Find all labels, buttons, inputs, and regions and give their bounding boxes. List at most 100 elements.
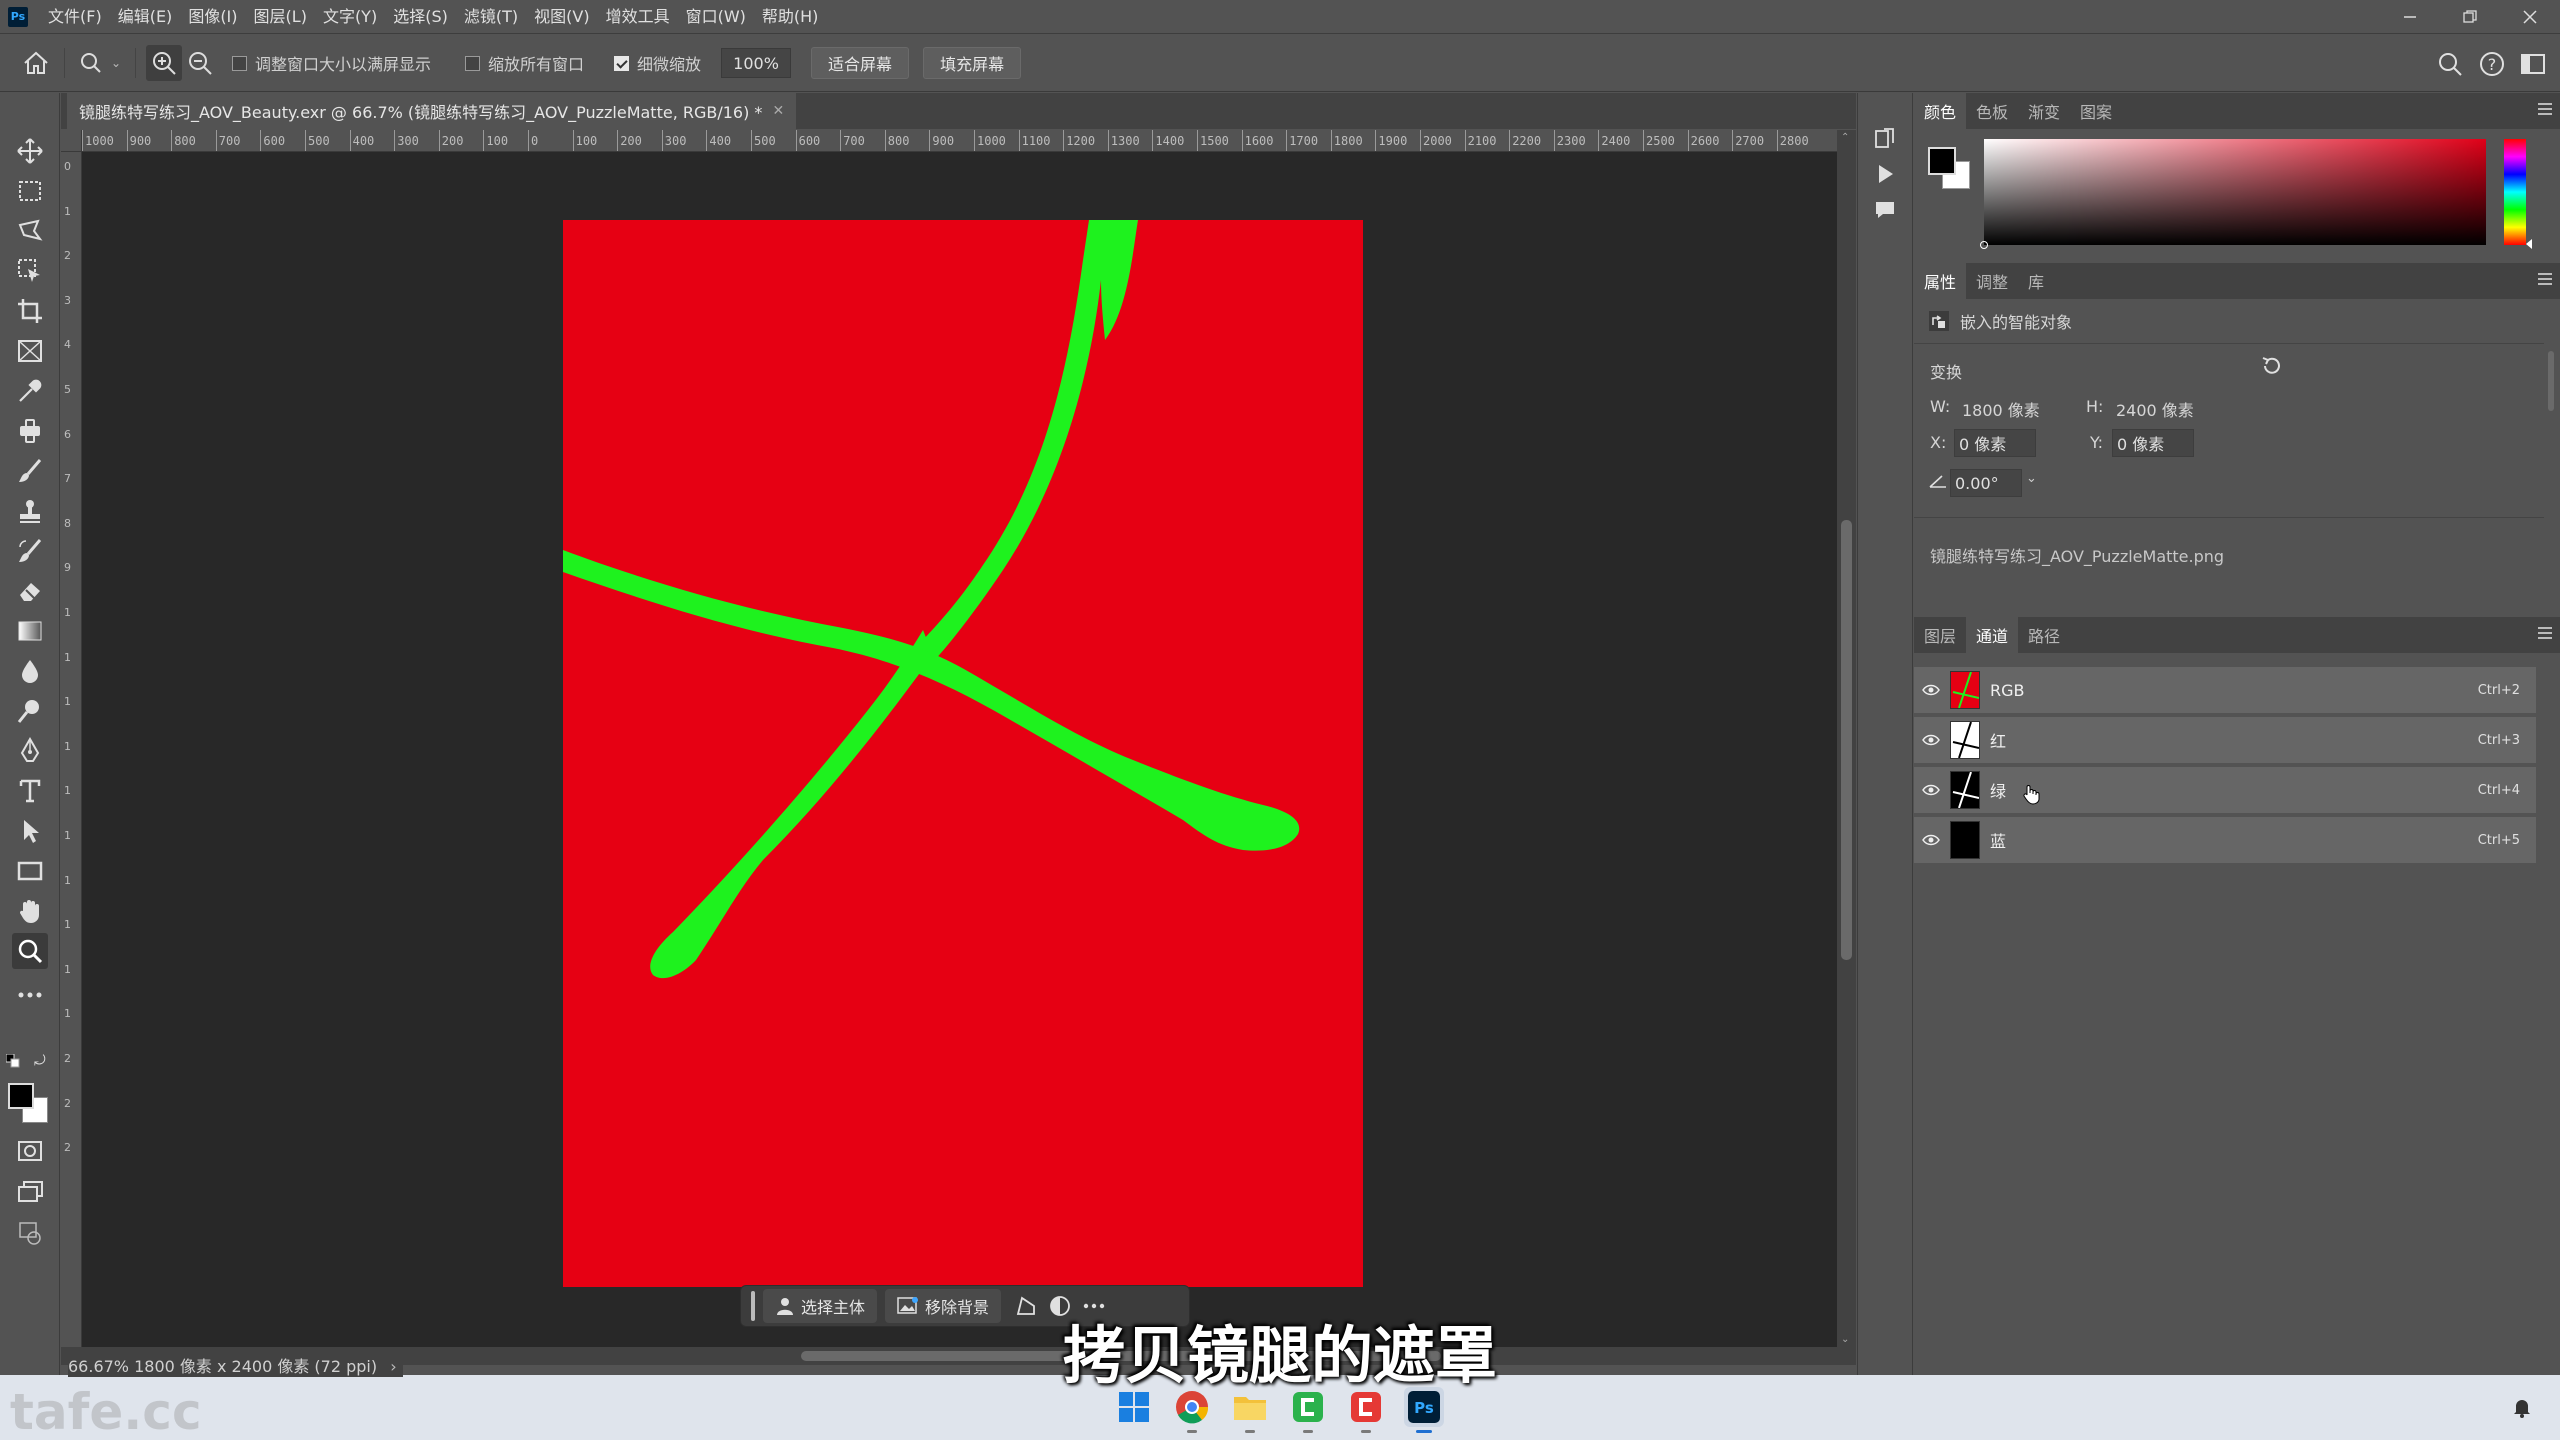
tab-channels[interactable]: 通道: [1966, 617, 2019, 653]
foreground-color-swatch[interactable]: [8, 1083, 34, 1109]
gradient-tool[interactable]: [12, 613, 48, 649]
menu-window[interactable]: 窗口(W): [678, 0, 754, 34]
lasso-tool[interactable]: [12, 213, 48, 249]
menu-filter[interactable]: 滤镜(T): [456, 0, 526, 34]
hand-tool[interactable]: [12, 893, 48, 929]
chevron-down-icon[interactable]: ⌄: [111, 56, 125, 70]
comments-panel-button[interactable]: [1868, 193, 1902, 227]
quick-mask-button[interactable]: [12, 1133, 48, 1169]
help-button[interactable]: ?: [2474, 46, 2510, 82]
ruler-origin[interactable]: [61, 130, 82, 152]
search-button[interactable]: [2432, 46, 2468, 82]
taskbar-chrome[interactable]: [1172, 1387, 1212, 1433]
zoom-tool-preset-button[interactable]: [75, 45, 111, 81]
screen-mode-button[interactable]: [12, 1173, 48, 1209]
workspace-button[interactable]: [2516, 46, 2552, 82]
close-tab-icon[interactable]: ✕: [772, 103, 784, 119]
status-chevron-icon[interactable]: ›: [390, 1357, 396, 1376]
tab-libraries[interactable]: 库: [2018, 263, 2054, 299]
eye-icon[interactable]: [1914, 734, 1948, 746]
healing-brush-tool[interactable]: [12, 413, 48, 449]
tab-paths[interactable]: 路径: [2018, 617, 2070, 653]
horizontal-ruler[interactable]: 1000 900 800 700 600 500 400 300 200 100 0 100 200 30…: [82, 130, 1837, 152]
zoom-tool[interactable]: [12, 933, 48, 969]
start-button[interactable]: [1114, 1387, 1154, 1427]
eye-icon[interactable]: [1914, 684, 1948, 696]
x-position-field[interactable]: 0 像素: [1954, 429, 2036, 457]
channel-row-red[interactable]: 红 Ctrl+3: [1914, 717, 2536, 765]
actions-panel-button[interactable]: [1868, 157, 1902, 191]
reset-transform-button[interactable]: [2260, 355, 2282, 382]
y-position-field[interactable]: 0 像素: [2112, 429, 2194, 457]
taskbar-file-explorer[interactable]: [1230, 1387, 1270, 1433]
tab-layers[interactable]: 图层: [1914, 617, 1966, 653]
minimize-button[interactable]: [2380, 0, 2440, 34]
notification-icon[interactable]: [2510, 1395, 2534, 1424]
default-colors-icon[interactable]: [5, 1053, 20, 1068]
resize-windows-checkbox[interactable]: 调整窗口大小以满屏显示: [232, 51, 431, 75]
color-picker-handle[interactable]: [1980, 241, 1988, 249]
menu-select[interactable]: 选择(S): [385, 0, 456, 34]
color-spectrum-field[interactable]: [1980, 139, 2486, 249]
angle-field[interactable]: 0.00°: [1950, 469, 2022, 497]
taskbar-app-green[interactable]: [1288, 1387, 1328, 1433]
taskbar-app-red[interactable]: [1346, 1387, 1386, 1433]
close-button[interactable]: [2500, 0, 2560, 34]
vertical-scrollbar[interactable]: ⌃ ⌄: [1837, 130, 1856, 1347]
transform-button[interactable]: [1009, 1289, 1043, 1323]
tab-color[interactable]: 颜色: [1914, 93, 1967, 129]
tab-swatches[interactable]: 色板: [1966, 93, 2018, 129]
document-tab[interactable]: 镜腿练特写练习_AOV_Beauty.exr @ 66.7% (镜腿练特写练习_…: [67, 93, 797, 129]
eraser-tool[interactable]: [12, 573, 48, 609]
vertical-ruler[interactable]: 0 1 2 3 4 5 6 7 8 9 1 1 1 1 1 1 1 1 1 1 2 2 2: [61, 152, 82, 1347]
vertical-scroll-thumb[interactable]: [1841, 520, 1852, 960]
menu-help[interactable]: 帮助(H): [754, 0, 827, 34]
select-subject-button[interactable]: 选择主体: [763, 1289, 878, 1323]
fit-screen-button[interactable]: 适合屏幕: [811, 47, 910, 79]
edit-toolbar-button[interactable]: [12, 977, 48, 1013]
clone-stamp-tool[interactable]: [12, 493, 48, 529]
menu-image[interactable]: 图像(I): [180, 0, 245, 34]
panel-menu-icon[interactable]: [2538, 103, 2552, 117]
menu-plugins[interactable]: 增效工具: [598, 0, 678, 34]
drag-handle[interactable]: [751, 1291, 755, 1321]
menu-edit[interactable]: 编辑(E): [110, 0, 181, 34]
document-canvas[interactable]: [563, 220, 1363, 1287]
angle-dropdown-icon[interactable]: ⌄: [2026, 471, 2044, 495]
foreground-color-swatch[interactable]: [1928, 147, 1956, 175]
move-tool[interactable]: [12, 133, 48, 169]
zoom-in-button[interactable]: [146, 45, 182, 81]
frame-tool[interactable]: [12, 333, 48, 369]
remove-background-button[interactable]: 移除背景: [885, 1289, 1002, 1323]
adjustment-button[interactable]: [1043, 1289, 1077, 1323]
menu-type[interactable]: 文字(Y): [315, 0, 385, 34]
hue-slider-handle[interactable]: [2526, 239, 2532, 249]
properties-scrollbar[interactable]: [2546, 339, 2556, 619]
more-options-button[interactable]: [1077, 1289, 1111, 1323]
tab-gradients[interactable]: 渐变: [2018, 93, 2070, 129]
canvas-area[interactable]: [82, 152, 1837, 1347]
panel-menu-icon[interactable]: [2538, 273, 2552, 287]
path-selection-tool[interactable]: [12, 813, 48, 849]
home-button[interactable]: [18, 45, 54, 81]
tab-properties[interactable]: 属性: [1914, 263, 1967, 299]
channel-row-rgb[interactable]: RGB Ctrl+2: [1914, 667, 2536, 715]
panel-menu-icon[interactable]: [2538, 627, 2552, 641]
tab-patterns[interactable]: 图案: [2070, 93, 2122, 129]
crop-tool[interactable]: [12, 293, 48, 329]
marquee-tool[interactable]: [12, 173, 48, 209]
share-button[interactable]: [12, 1215, 48, 1251]
zoom-all-windows-checkbox[interactable]: 缩放所有窗口: [465, 51, 584, 75]
type-tool[interactable]: [12, 773, 48, 809]
hue-slider[interactable]: [2504, 139, 2532, 249]
zoom-out-button[interactable]: [182, 45, 218, 81]
swap-colors-icon[interactable]: ⤾: [34, 1053, 50, 1069]
eye-icon[interactable]: [1914, 784, 1948, 796]
eyedropper-tool[interactable]: [12, 373, 48, 409]
pen-tool[interactable]: [12, 733, 48, 769]
fill-screen-button[interactable]: 填充屏幕: [923, 47, 1022, 79]
taskbar-photoshop[interactable]: Ps: [1404, 1387, 1444, 1433]
rectangle-tool[interactable]: [12, 853, 48, 889]
menu-view[interactable]: 视图(V): [526, 0, 597, 34]
brush-tool[interactable]: [12, 453, 48, 489]
